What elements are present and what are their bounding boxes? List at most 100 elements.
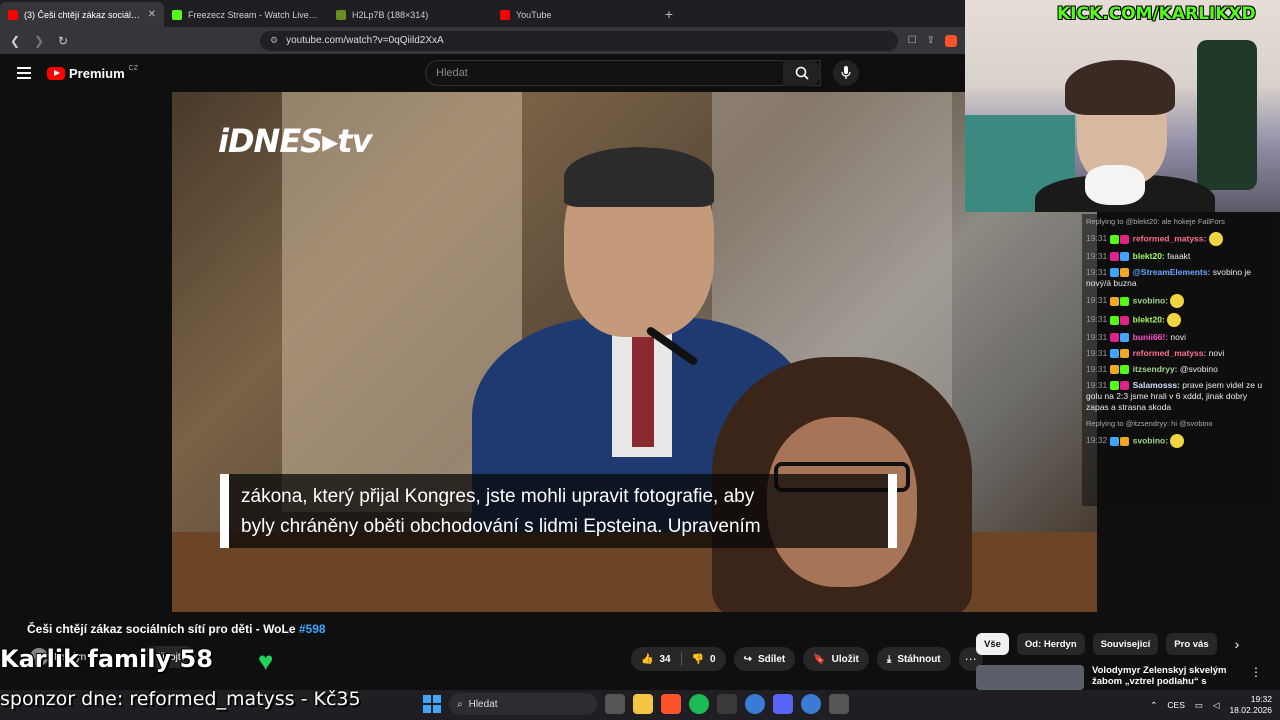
chip-all[interactable]: Vše [976, 633, 1009, 655]
chip-related[interactable]: Souvisejicí [1092, 633, 1159, 655]
chat-username[interactable]: reformed_matyss: [1130, 233, 1208, 243]
clock[interactable]: 19:32 18.02.2026 [1229, 694, 1272, 716]
volume-icon[interactable]: ◁ [1213, 700, 1220, 711]
hashtag-link[interactable]: #598 [299, 622, 326, 636]
task-view-icon[interactable] [605, 694, 625, 714]
lang-indicator[interactable]: CES [1167, 700, 1184, 710]
chat-username[interactable]: reformed_matyss: [1130, 348, 1208, 358]
chevron-right-icon[interactable]: › [1235, 636, 1240, 652]
forward-icon[interactable]: ❯ [32, 34, 46, 48]
app-icon[interactable] [745, 694, 765, 714]
chat-username[interactable]: blekt20: [1130, 251, 1167, 261]
spotify-icon[interactable] [689, 694, 709, 714]
app-icon[interactable] [801, 694, 821, 714]
like-count[interactable]: 34 [659, 654, 670, 665]
app-icon[interactable] [829, 694, 849, 714]
chat-badge-icon [1110, 296, 1120, 306]
chat-message: 19:31 Salamosss: prave jsem videl ze u g… [1086, 380, 1268, 413]
chat-badge-icon [1120, 436, 1130, 446]
back-icon[interactable]: ❮ [8, 34, 22, 48]
subtitle-line: zákona, který přijal Kongres, jste mohli… [241, 486, 755, 507]
tray-chevron-icon[interactable]: ⌃ [1150, 700, 1157, 711]
url-text: youtube.com/watch?v=0qQiild2XxA [286, 35, 444, 46]
chat-badge-icon [1110, 268, 1120, 278]
chat-timestamp: 19:31 [1086, 314, 1108, 325]
browser-tools: ☐ ⇪ [908, 34, 957, 47]
kick-channel-tag: KICK.COM/KARLIKXD [1057, 4, 1256, 24]
share-icon[interactable]: ⇪ [927, 35, 935, 47]
dislike-icon[interactable]: 👎 [692, 654, 704, 665]
close-tab-icon[interactable]: ✕ [148, 9, 156, 20]
chip-from-channel[interactable]: Od: Herdyn [1016, 633, 1085, 655]
reload-icon[interactable]: ↻ [56, 34, 70, 48]
chat-badge-icon [1120, 365, 1130, 375]
chat-username[interactable]: itzsendryy: [1130, 364, 1180, 374]
chat-username[interactable]: Salamosss: [1130, 380, 1182, 390]
brave-shields-icon[interactable] [945, 34, 957, 47]
chip-for-you[interactable]: Pro vás [1166, 633, 1217, 655]
chat-message: 19:31 reformed_matyss: [1086, 232, 1268, 246]
file-explorer-icon[interactable] [633, 694, 653, 714]
chat-username[interactable]: svobino: [1130, 295, 1170, 305]
chat-username[interactable]: @StreamElements: [1130, 267, 1212, 277]
chat-badge-icon [1120, 252, 1130, 262]
site-info-icon[interactable]: ⚙ [270, 35, 278, 46]
recommended-more-icon[interactable]: ⋮ [1250, 665, 1262, 690]
menu-icon[interactable] [17, 67, 31, 79]
discord-icon[interactable] [773, 694, 793, 714]
chat-badge-icon [1120, 315, 1130, 325]
chat-badge-icon [1120, 296, 1130, 306]
youtube-logo[interactable]: Premium CZ [47, 65, 138, 81]
tab-image[interactable]: H2Lp7B (188×314) [328, 2, 492, 27]
chat-username[interactable]: bunii66!: [1130, 332, 1170, 342]
tab-youtube-video[interactable]: (3) Češi chtějí zákaz sociálních sítí ✕ [0, 2, 164, 27]
chat-timestamp: 19:31 [1086, 348, 1108, 358]
like-dislike-group: 👍 34 👎 0 [631, 647, 726, 671]
chat-timestamp: 19:31 [1086, 332, 1108, 342]
youtube-favicon-icon [500, 9, 510, 20]
chat-timestamp: 19:31 [1086, 267, 1108, 277]
emote-icon [1208, 232, 1223, 246]
dislike-count[interactable]: 0 [710, 654, 716, 665]
heart-icon: ♥ [258, 646, 274, 676]
recommended-video[interactable]: Volodymyr Zelenskyj skvelým žabom „vztre… [976, 665, 1276, 690]
chat-badge-icon [1120, 381, 1130, 391]
tab-kick-stream[interactable]: Freezecz Stream - Watch Live on Kick [164, 2, 328, 27]
app-icon[interactable] [717, 694, 737, 714]
chat-message: 19:32 svobino: [1086, 434, 1268, 448]
chat-badge-icon [1120, 268, 1130, 278]
recommended-thumbnail[interactable] [976, 665, 1084, 690]
search-input[interactable]: Hledat [425, 60, 821, 86]
sponsor-overlay-text: sponzor dne: reformed_matyss - Kč35 [0, 688, 361, 710]
save-button[interactable]: 🔖 Uložit [803, 647, 869, 671]
chat-reply: Replying to @itzsendryy: hi @svobino [1086, 418, 1268, 429]
chat-message: 19:31 svobino: [1086, 294, 1268, 308]
share-button[interactable]: ↪ Sdílet [733, 647, 796, 671]
chat-username[interactable]: svobino: [1130, 435, 1170, 445]
emote-icon [1170, 434, 1185, 448]
chat-timestamp: 19:31 [1086, 380, 1108, 390]
video-player[interactable]: iDNES▸tv zákona, který přijal Kongres, j… [172, 92, 1097, 612]
voice-search-button[interactable] [833, 60, 859, 86]
network-icon[interactable]: ▭ [1195, 700, 1203, 711]
recommended-title[interactable]: Volodymyr Zelenskyj skvelým žabom „vztre… [1092, 665, 1242, 690]
tab-youtube[interactable]: YouTube [492, 2, 656, 27]
new-tab-button[interactable]: + [656, 2, 682, 27]
chat-username[interactable]: blekt20: [1130, 314, 1167, 324]
family-overlay-text: Karlik family 58 [0, 645, 213, 673]
emote-icon [1167, 313, 1182, 327]
chat-badge-icon [1120, 333, 1130, 343]
search-icon [795, 66, 809, 80]
share-arrow-icon: ↪ [743, 653, 752, 665]
search-button[interactable] [783, 60, 821, 86]
windows-start-icon[interactable] [423, 695, 441, 713]
url-field[interactable]: ⚙ youtube.com/watch?v=0qQiild2XxA [260, 30, 898, 51]
chat-timestamp: 19:31 [1086, 233, 1108, 244]
taskbar-search[interactable]: ⌕ Hledat [449, 693, 597, 715]
like-icon[interactable]: 👍 [641, 654, 653, 665]
download-button[interactable]: ⤓ Stáhnout [876, 647, 951, 671]
bookmark-icon[interactable]: ☐ [908, 35, 917, 47]
video-title: Češi chtějí zákaz sociálních sítí pro dě… [27, 622, 326, 636]
brave-browser-icon[interactable] [661, 694, 681, 714]
chat-message: 19:31 itzsendryy: @svobino [1086, 364, 1268, 375]
